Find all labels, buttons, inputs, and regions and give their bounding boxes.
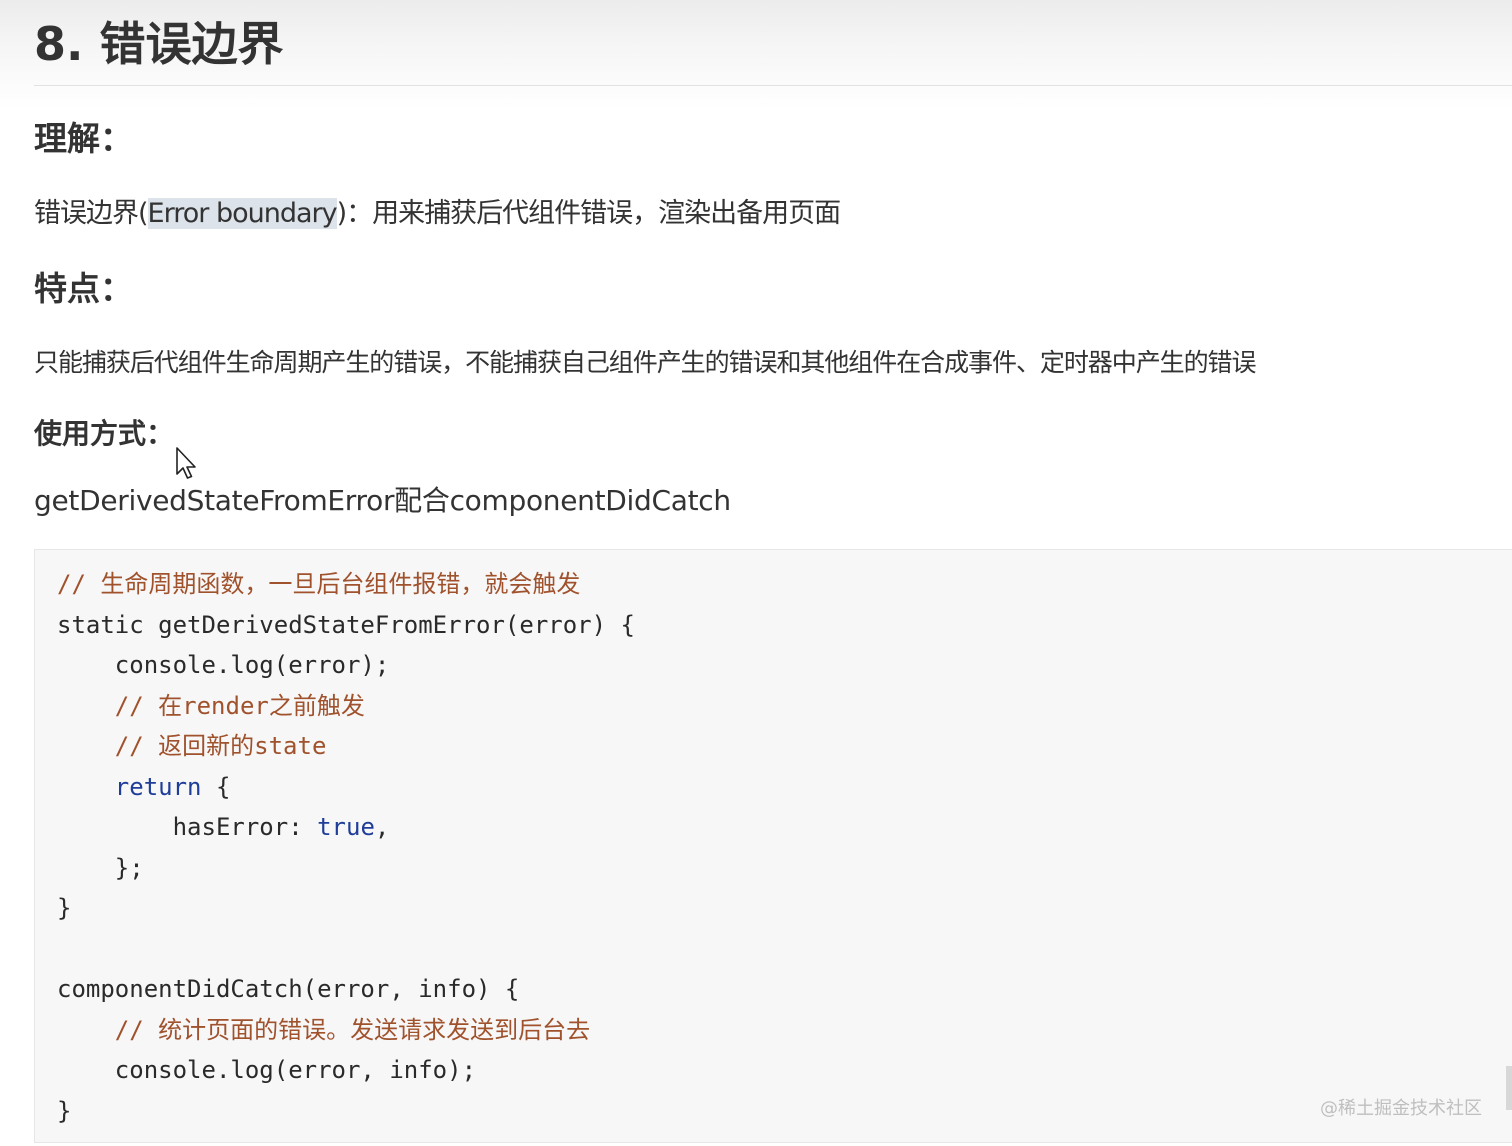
selected-text: Error boundary — [147, 198, 338, 229]
scrollbar-thumb[interactable] — [1506, 1066, 1512, 1110]
understanding-heading: 理解： — [34, 119, 133, 158]
features-heading: 特点： — [34, 269, 133, 308]
code-comment: // 在render之前触发 — [57, 691, 365, 720]
code-comment: // 统计页面的错误。发送请求发送到后台去 — [57, 1015, 591, 1044]
code-line: console.log(error); — [57, 651, 390, 679]
code-comment: // 返回新的state — [57, 732, 327, 760]
code-content: // 生命周期函数，一旦后台组件报错，就会触发 static getDerive… — [57, 564, 635, 1131]
code-line: { — [201, 772, 231, 801]
code-property: hasError: — [172, 813, 318, 841]
code-line: static getDerivedStateFromError(error) { — [57, 610, 635, 639]
usage-text: getDerivedStateFromError配合componentDidCa… — [34, 484, 731, 517]
code-keyword-return: return — [114, 772, 202, 801]
code-comment: // 生命周期函数，一旦后台组件报错，就会触发 — [57, 570, 581, 598]
mouse-pointer-icon — [176, 447, 196, 479]
code-punct: , — [374, 813, 390, 841]
code-line: }; — [57, 853, 144, 882]
understanding-text: 错误边界(Error boundary)：用来捕获后代组件错误，渲染出备用页面 — [34, 194, 842, 234]
watermark: @稀土掘金技术社区 — [1320, 1098, 1482, 1119]
code-line: componentDidCatch(error, info) { — [57, 975, 520, 1003]
usage-heading: 使用方式： — [34, 417, 175, 450]
understanding-text-prefix: 错误边界( — [34, 198, 149, 229]
code-line: console.log(error, info); — [57, 1056, 477, 1084]
title-divider — [34, 85, 1512, 86]
code-block: // 生命周期函数，一旦后台组件报错，就会触发 static getDerive… — [34, 549, 1512, 1143]
page-title: 8. 错误边界 — [34, 17, 284, 71]
code-line: } — [57, 894, 72, 922]
understanding-text-suffix: )：用来捕获后代组件错误，渲染出备用页面 — [336, 198, 842, 229]
code-keyword-true: true — [317, 813, 375, 841]
features-text: 只能捕获后代组件生命周期产生的错误，不能捕获自己组件产生的错误和其他组件在合成事… — [34, 348, 1257, 377]
code-line: } — [57, 1096, 72, 1125]
